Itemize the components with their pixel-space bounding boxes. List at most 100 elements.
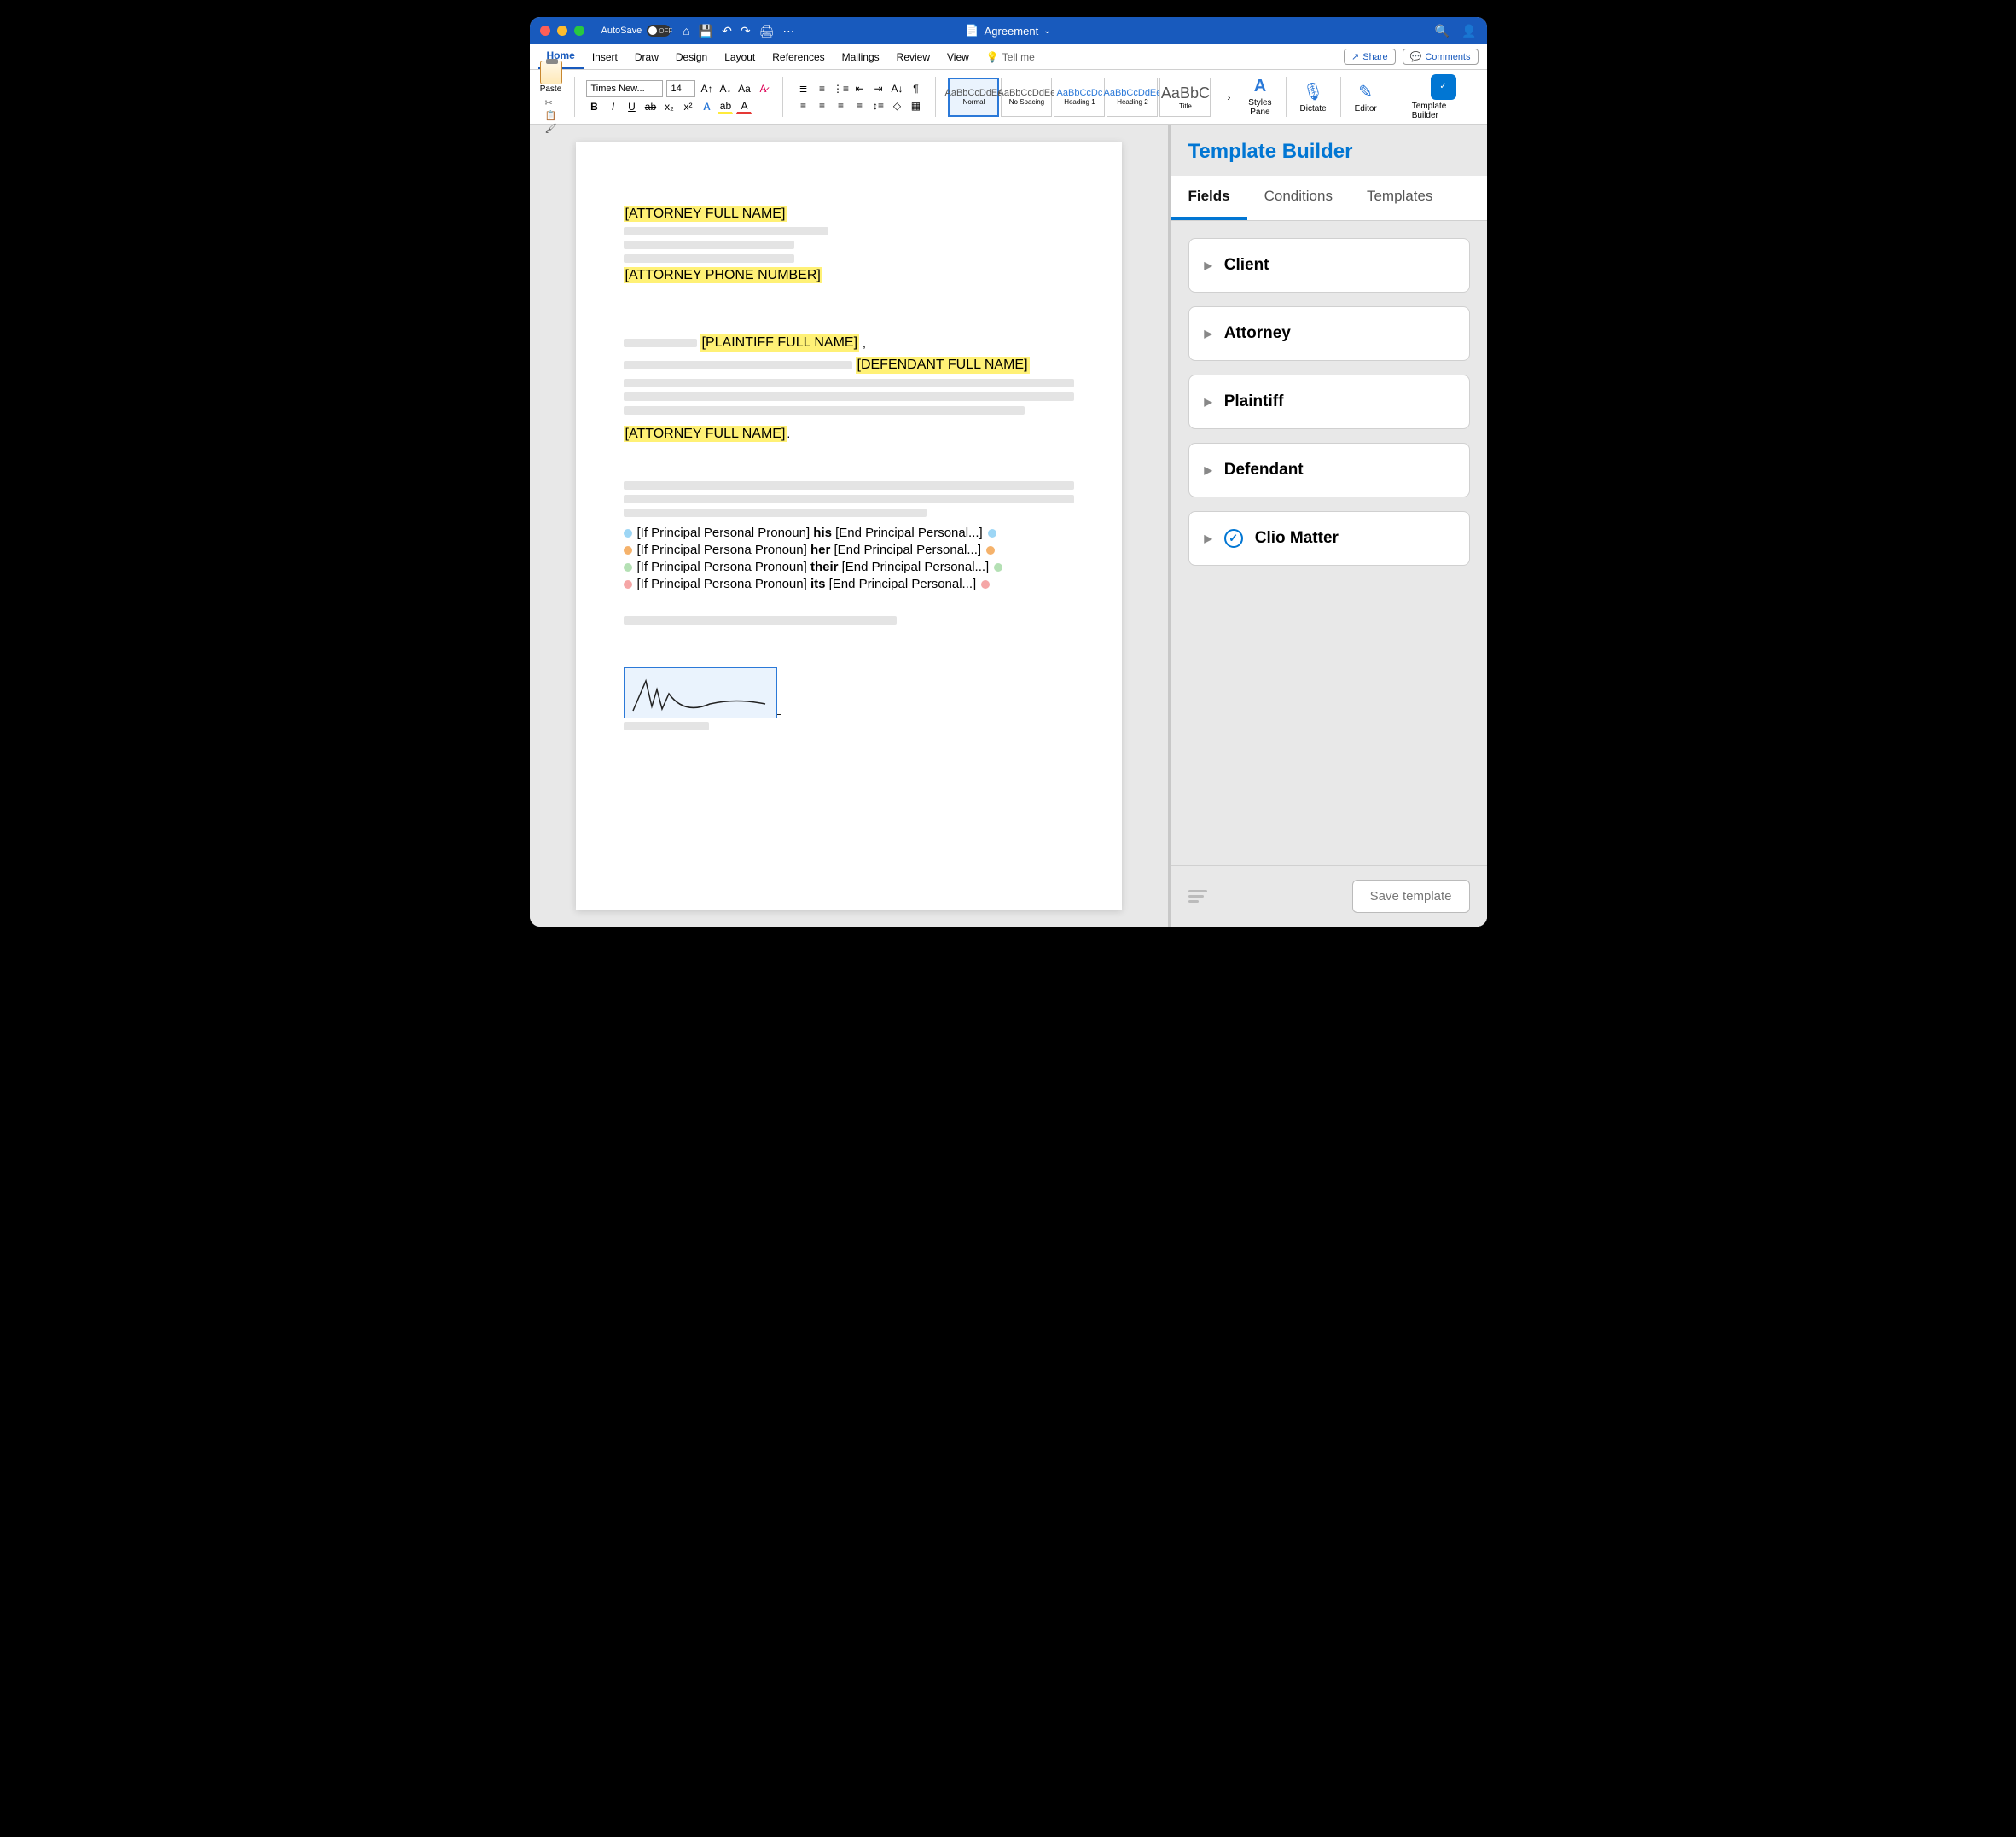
editor-button[interactable]: ✎ Editor bbox=[1350, 73, 1382, 120]
sort-icon[interactable]: A↓ bbox=[889, 81, 904, 96]
zoom-window-button[interactable] bbox=[574, 26, 584, 36]
line-spacing-icon[interactable]: ↕≡ bbox=[870, 98, 886, 113]
conditional-pronoun-row[interactable]: [If Principal Persona Pronoun] her [End … bbox=[624, 543, 1074, 557]
home-icon[interactable]: ⌂ bbox=[683, 24, 689, 38]
minimize-window-button[interactable] bbox=[557, 26, 567, 36]
copy-icon[interactable]: 📋 bbox=[545, 110, 557, 121]
field-group-clio-matter[interactable]: ▶✓Clio Matter bbox=[1188, 511, 1470, 566]
close-window-button[interactable] bbox=[540, 26, 550, 36]
comments-button[interactable]: 💬Comments bbox=[1403, 49, 1479, 65]
condition-end-icon bbox=[994, 563, 1002, 572]
tab-mailings[interactable]: Mailings bbox=[834, 44, 888, 69]
document-pane[interactable]: [ATTORNEY FULL NAME] [ATTORNEY PHONE NUM… bbox=[530, 125, 1171, 927]
align-center-icon[interactable]: ≡ bbox=[814, 98, 829, 113]
redo-icon[interactable]: ↷ bbox=[741, 24, 751, 38]
style-heading-2[interactable]: AaBbCcDdEeHeading 2 bbox=[1107, 78, 1158, 117]
field-group-label: Plaintiff bbox=[1224, 392, 1284, 411]
align-right-icon[interactable]: ≡ bbox=[833, 98, 848, 113]
decrease-font-icon[interactable]: A↓ bbox=[718, 81, 733, 96]
more-icon[interactable]: ⋯ bbox=[782, 24, 794, 38]
increase-indent-icon[interactable]: ⇥ bbox=[870, 81, 886, 96]
tab-layout[interactable]: Layout bbox=[716, 44, 764, 69]
cut-icon[interactable]: ✂ bbox=[545, 97, 557, 108]
field-group-defendant[interactable]: ▶Defendant bbox=[1188, 443, 1470, 497]
merge-field-attorney-name-2[interactable]: [ATTORNEY FULL NAME] bbox=[624, 426, 787, 442]
panel-menu-icon[interactable] bbox=[1188, 890, 1207, 903]
search-icon[interactable]: 🔍 bbox=[1435, 24, 1450, 38]
align-left-icon[interactable]: ≡ bbox=[795, 98, 810, 113]
account-icon[interactable]: 👤 bbox=[1461, 24, 1476, 38]
document-page[interactable]: [ATTORNEY FULL NAME] [ATTORNEY PHONE NUM… bbox=[576, 142, 1122, 910]
conditional-pronoun-row[interactable]: [If Principal Persona Pronoun] its [End … bbox=[624, 577, 1074, 591]
tab-references[interactable]: References bbox=[764, 44, 833, 69]
autosave-toggle[interactable]: OFF bbox=[647, 25, 671, 37]
microphone-icon: 🎙 bbox=[1302, 81, 1323, 102]
conditional-pronoun-row[interactable]: [If Principal Persona Pronoun] their [En… bbox=[624, 560, 1074, 574]
word-doc-icon: 📄 bbox=[965, 24, 979, 38]
clear-formatting-icon[interactable]: A̷ bbox=[755, 81, 770, 96]
change-case-icon[interactable]: Aa bbox=[736, 81, 752, 96]
styles-pane-button[interactable]: A Styles Pane bbox=[1243, 73, 1276, 120]
panel-tab-templates[interactable]: Templates bbox=[1350, 176, 1450, 220]
superscript-button[interactable]: x² bbox=[680, 99, 695, 114]
font-name-select[interactable] bbox=[586, 80, 663, 97]
subscript-button[interactable]: x₂ bbox=[661, 99, 677, 114]
panel-tab-fields[interactable]: Fields bbox=[1171, 176, 1247, 220]
panel-tab-conditions[interactable]: Conditions bbox=[1247, 176, 1350, 220]
conditional-pronoun-row[interactable]: [If Principal Personal Pronoun] his [End… bbox=[624, 526, 1074, 540]
field-group-plaintiff[interactable]: ▶Plaintiff bbox=[1188, 375, 1470, 429]
highlight-icon[interactable]: ab bbox=[718, 99, 733, 114]
text-effects-icon[interactable]: A bbox=[699, 99, 714, 114]
number-list-icon[interactable]: ≡ bbox=[814, 81, 829, 96]
show-marks-icon[interactable]: ¶ bbox=[908, 81, 923, 96]
style-heading-1[interactable]: AaBbCcDcHeading 1 bbox=[1054, 78, 1105, 117]
merge-field-attorney-name[interactable]: [ATTORNEY FULL NAME] bbox=[624, 206, 787, 222]
tab-draw[interactable]: Draw bbox=[626, 44, 667, 69]
tab-design[interactable]: Design bbox=[667, 44, 716, 69]
template-builder-ribbon-button[interactable]: ✓ Template Builder bbox=[1407, 73, 1480, 120]
undo-icon[interactable]: ↶ bbox=[722, 24, 732, 38]
field-group-label: Attorney bbox=[1224, 324, 1291, 343]
print-icon[interactable]: 🖨 bbox=[759, 24, 775, 38]
style-normal[interactable]: AaBbCcDdEeNormal bbox=[948, 78, 999, 117]
font-size-select[interactable] bbox=[666, 80, 695, 97]
bold-button[interactable]: B bbox=[586, 99, 601, 114]
save-template-button[interactable]: Save template bbox=[1352, 880, 1470, 913]
tell-me-search[interactable]: 💡 Tell me bbox=[986, 51, 1035, 63]
italic-button[interactable]: I bbox=[605, 99, 620, 114]
save-icon[interactable]: 💾 bbox=[699, 24, 713, 38]
tab-insert[interactable]: Insert bbox=[584, 44, 626, 69]
signature-box[interactable] bbox=[624, 667, 777, 718]
window-controls bbox=[540, 26, 584, 36]
styles-more-icon[interactable]: › bbox=[1221, 90, 1236, 105]
increase-font-icon[interactable]: A↑ bbox=[699, 81, 714, 96]
underline-button[interactable]: U bbox=[624, 99, 639, 114]
shading-icon[interactable]: ◇ bbox=[889, 98, 904, 113]
app-window: AutoSave OFF ⌂ 💾 ↶ ↷ 🖨 ⋯ 📄 Agreement ⌄ 🔍… bbox=[530, 17, 1487, 927]
paste-button[interactable]: Paste bbox=[540, 61, 562, 94]
style-title[interactable]: AaBbCTitle bbox=[1159, 78, 1211, 117]
multilevel-list-icon[interactable]: ⋮≡ bbox=[833, 81, 848, 96]
style-no-spacing[interactable]: AaBbCcDdEeNo Spacing bbox=[1001, 78, 1052, 117]
share-button[interactable]: ↗Share bbox=[1344, 49, 1396, 65]
strikethrough-button[interactable]: ab bbox=[642, 99, 658, 114]
quick-access-toolbar: ⌂ 💾 ↶ ↷ 🖨 ⋯ bbox=[683, 24, 794, 38]
document-title[interactable]: 📄 Agreement ⌄ bbox=[965, 24, 1050, 38]
decrease-indent-icon[interactable]: ⇤ bbox=[851, 81, 867, 96]
dictate-button[interactable]: 🎙 Dictate bbox=[1295, 73, 1332, 120]
bullet-list-icon[interactable]: ≣ bbox=[795, 81, 810, 96]
chevron-down-icon: ⌄ bbox=[1043, 26, 1050, 36]
tab-review[interactable]: Review bbox=[888, 44, 938, 69]
content-area: [ATTORNEY FULL NAME] [ATTORNEY PHONE NUM… bbox=[530, 125, 1487, 927]
font-color-icon[interactable]: A bbox=[736, 99, 752, 114]
field-group-attorney[interactable]: ▶Attorney bbox=[1188, 306, 1470, 361]
merge-field-plaintiff[interactable]: [PLAINTIFF FULL NAME] bbox=[700, 334, 860, 352]
justify-icon[interactable]: ≡ bbox=[851, 98, 867, 113]
autosave-control[interactable]: AutoSave OFF bbox=[601, 25, 671, 37]
panel-footer: Save template bbox=[1171, 865, 1487, 927]
tab-view[interactable]: View bbox=[938, 44, 978, 69]
merge-field-attorney-phone[interactable]: [ATTORNEY PHONE NUMBER] bbox=[624, 267, 822, 283]
borders-icon[interactable]: ▦ bbox=[908, 98, 923, 113]
field-group-client[interactable]: ▶Client bbox=[1188, 238, 1470, 293]
merge-field-defendant[interactable]: [DEFENDANT FULL NAME] bbox=[856, 357, 1030, 374]
